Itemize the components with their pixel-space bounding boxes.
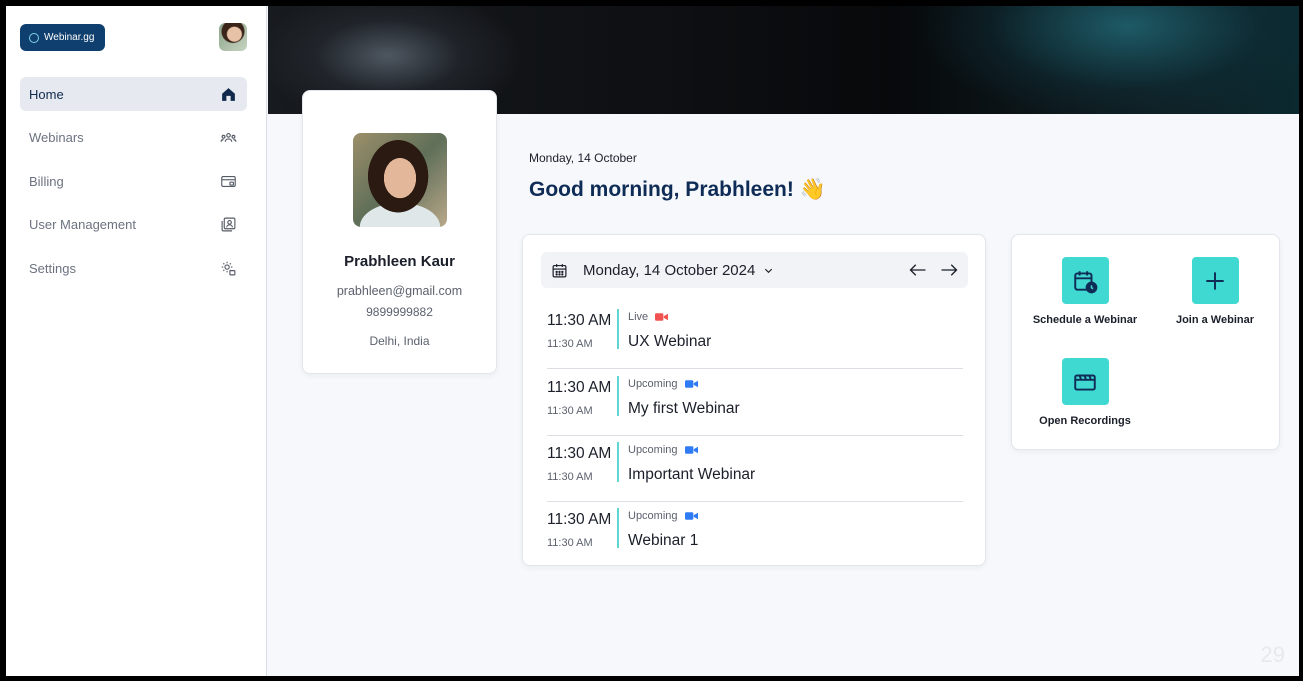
logo-text: Webinar.gg: [44, 32, 95, 43]
join-tile[interactable]: [1191, 257, 1239, 304]
corner-page-number: 29: [1260, 642, 1285, 667]
sidebar-item-webinars[interactable]: Webinars: [20, 121, 247, 155]
billing-card-icon: [221, 175, 236, 187]
event-row[interactable]: 11:30 AM 11:30 AM Upcoming Important Web…: [547, 436, 963, 502]
app-window: Webinar.gg Home Webinars Billing User Ma…: [6, 6, 1299, 676]
event-row[interactable]: 11:30 AM 11:30 AM Live UX Webinar: [547, 303, 963, 369]
schedule-card: Monday, 14 October 2024 11:30 AM 11:30 A…: [522, 234, 986, 566]
event-status-label: Live: [628, 311, 649, 323]
open-recordings-label: Open Recordings: [1039, 415, 1131, 427]
event-status-label: Upcoming: [628, 444, 678, 456]
event-time-small: 11:30 AM: [547, 471, 593, 483]
event-title: UX Webinar: [628, 333, 712, 350]
event-time-small: 11:30 AM: [547, 338, 593, 350]
video-camera-icon: [684, 380, 698, 388]
sidebar-item-billing[interactable]: Billing: [20, 164, 247, 198]
date-selector[interactable]: Monday, 14 October 2024: [541, 252, 968, 288]
sidebar-item-user-management[interactable]: User Management: [20, 208, 247, 242]
people-icon: [220, 133, 237, 142]
settings-gear-icon: [221, 261, 236, 275]
sidebar-nav: Home Webinars Billing User Management Se…: [20, 77, 247, 295]
video-camera-icon: [655, 313, 669, 321]
video-camera-icon: [684, 512, 698, 520]
sidebar-item-label: Home: [29, 86, 64, 102]
event-time: 11:30 AM: [547, 379, 612, 396]
event-time-small: 11:30 AM: [547, 405, 593, 417]
event-title: Important Webinar: [628, 466, 756, 483]
home-icon: [222, 87, 235, 101]
sidebar-item-label: Webinars: [29, 130, 84, 145]
event-time: 11:30 AM: [547, 511, 612, 528]
greeting-heading: Good morning, Prabhleen! 👋: [529, 178, 826, 201]
event-time: 11:30 AM: [547, 312, 612, 329]
event-accent-bar: [617, 442, 619, 482]
event-status: Upcoming: [628, 378, 698, 390]
quick-actions-card: Schedule a Webinar Join a Webinar Open R…: [1011, 234, 1280, 450]
event-row[interactable]: 11:30 AM 11:30 AM Upcoming Webinar 1: [547, 502, 963, 568]
sidebar-item-label: Settings: [29, 260, 76, 276]
next-day-arrow-icon[interactable]: [940, 262, 958, 278]
calendar-icon: [552, 263, 567, 277]
clapperboard-icon: [1074, 374, 1096, 391]
event-row[interactable]: 11:30 AM 11:30 AM Upcoming My first Webi…: [547, 370, 963, 436]
current-date: Monday, 14 October: [529, 151, 637, 165]
recordings-tile[interactable]: [1061, 358, 1109, 405]
open-recordings-button[interactable]: Open Recordings: [1020, 358, 1150, 427]
divider: [547, 368, 963, 369]
schedule-tile[interactable]: [1061, 257, 1109, 304]
profile-photo: [353, 133, 447, 227]
sidebar-item-settings[interactable]: Settings: [20, 251, 247, 285]
profile-phone: 9899999882: [366, 305, 433, 319]
plus-icon: [1206, 271, 1224, 290]
schedule-webinar-label: Schedule a Webinar: [1032, 314, 1138, 326]
user-management-icon: [221, 217, 236, 232]
profile-location: Delhi, India: [369, 334, 430, 348]
calendar-clock-icon: [1074, 270, 1098, 293]
event-title: My first Webinar: [628, 400, 740, 417]
sidebar: Webinar.gg Home Webinars Billing User Ma…: [6, 6, 267, 676]
profile-card: Prabhleen Kaur prabhleen@gmail.com 98999…: [302, 90, 497, 374]
chevron-down-icon[interactable]: [763, 265, 774, 276]
selected-date: Monday, 14 October 2024: [583, 261, 756, 279]
video-camera-icon: [684, 446, 698, 454]
event-time-small: 11:30 AM: [547, 537, 593, 549]
event-time: 11:30 AM: [547, 445, 612, 462]
sidebar-item-home[interactable]: Home: [20, 77, 247, 111]
event-status-label: Upcoming: [628, 378, 678, 390]
logo-icon: [29, 32, 39, 43]
event-title: Webinar 1: [628, 532, 699, 549]
sidebar-item-label: User Management: [29, 217, 136, 232]
user-avatar[interactable]: [219, 23, 247, 51]
schedule-webinar-button[interactable]: Schedule a Webinar: [1020, 257, 1150, 326]
app-logo[interactable]: Webinar.gg: [20, 24, 105, 51]
profile-email: prabhleen@gmail.com: [336, 284, 463, 298]
event-status: Live: [628, 311, 669, 323]
event-status: Upcoming: [628, 510, 698, 522]
event-accent-bar: [617, 508, 619, 548]
previous-day-arrow-icon[interactable]: [909, 262, 927, 278]
profile-name: Prabhleen Kaur: [344, 253, 455, 270]
join-webinar-button[interactable]: Join a Webinar: [1150, 257, 1280, 326]
sidebar-item-label: Billing: [29, 173, 64, 189]
join-webinar-label: Join a Webinar: [1175, 314, 1255, 326]
event-status-label: Upcoming: [628, 510, 678, 522]
event-accent-bar: [617, 309, 619, 349]
event-status: Upcoming: [628, 444, 698, 456]
event-accent-bar: [617, 376, 619, 416]
